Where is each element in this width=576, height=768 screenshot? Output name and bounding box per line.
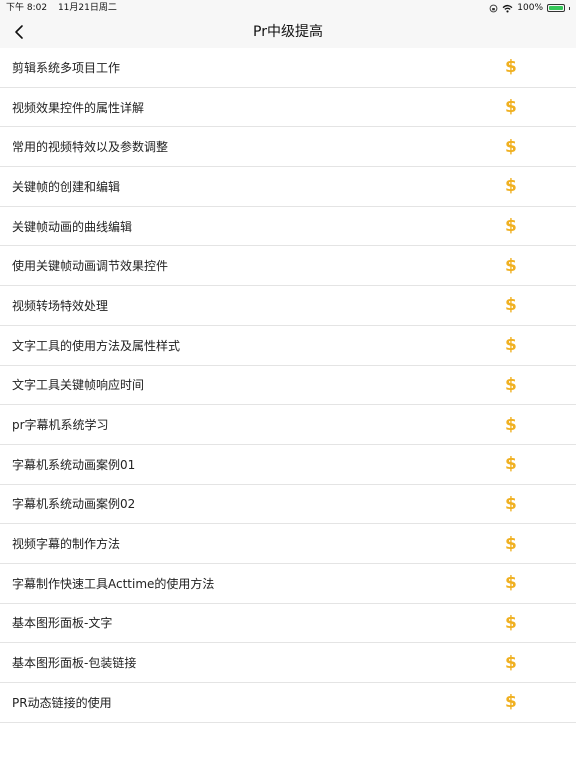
list-item[interactable]: 字幕制作快速工具Acttime的使用方法 $: [0, 564, 576, 604]
list-item-label: 字幕机系统动画案例01: [12, 457, 136, 472]
list-item-label: 剪辑系统多项目工作: [12, 60, 121, 75]
dollar-icon: $: [505, 335, 517, 356]
list-item-label: PR动态链接的使用: [12, 695, 112, 710]
dollar-icon: $: [505, 454, 517, 475]
battery-icon: [547, 4, 565, 12]
dollar-icon: $: [505, 533, 517, 554]
list-item[interactable]: 基本图形面板-包装链接 $: [0, 643, 576, 683]
dollar-icon: $: [505, 97, 517, 118]
list-item-label: 字幕机系统动画案例02: [12, 497, 136, 512]
list-item-label: 字幕制作快速工具Acttime的使用方法: [12, 576, 215, 591]
list-item[interactable]: 常用的视频特效以及参数调整 $: [0, 127, 576, 168]
list-item[interactable]: PR动态链接的使用 $: [0, 683, 576, 723]
battery-cap: [569, 6, 570, 10]
list-item[interactable]: 字幕机系统动画案例02 $: [0, 485, 576, 525]
dollar-icon: $: [505, 216, 517, 237]
dollar-icon: $: [505, 493, 517, 514]
status-time: 下午 8:02: [6, 3, 48, 13]
dollar-icon: $: [505, 573, 517, 594]
status-right: 100%: [489, 0, 570, 16]
page-title: Pr中级提高: [253, 24, 323, 40]
status-date: 11月21日周二: [57, 3, 117, 13]
status-left: 下午 8:02 11月21日周二: [6, 0, 125, 16]
dollar-icon: $: [505, 176, 517, 197]
list-item[interactable]: 基本图形面板-文字 $: [0, 604, 576, 644]
list-item[interactable]: 视频字幕的制作方法 $: [0, 524, 576, 564]
status-bar: 下午 8:02 11月21日周二 100%: [0, 0, 576, 16]
dollar-icon: $: [505, 136, 517, 157]
battery-fill: [549, 6, 563, 10]
dollar-icon: $: [505, 374, 517, 395]
lesson-list: 剪辑系统多项目工作 $ 视频效果控件的属性详解 $ 常用的视频特效以及参数调整 $ 关键帧的…: [0, 48, 576, 723]
list-item-label: 视频转场特效处理: [12, 298, 109, 313]
navigation-bar: Pr中级提高: [0, 16, 576, 48]
list-item-label: 文字工具的使用方法及属性样式: [12, 338, 181, 353]
list-item[interactable]: 剪辑系统多项目工作 $: [0, 48, 576, 88]
list-item[interactable]: 字幕机系统动画案例01 $: [0, 445, 576, 485]
list-item-label: 关键帧的创建和编辑: [12, 179, 121, 194]
dollar-icon: $: [505, 612, 517, 633]
list-item-label: 文字工具关键帧响应时间: [12, 378, 145, 393]
list-item-label: 视频效果控件的属性详解: [12, 100, 145, 115]
list-item-label: 视频字幕的制作方法: [12, 537, 121, 552]
list-item-label: 常用的视频特效以及参数调整: [12, 140, 169, 155]
list-item[interactable]: 文字工具关键帧响应时间 $: [0, 366, 576, 406]
list-item[interactable]: 视频转场特效处理 $: [0, 286, 576, 326]
dollar-icon: $: [505, 295, 517, 316]
battery-percent: 100%: [517, 3, 543, 13]
list-item[interactable]: 文字工具的使用方法及属性样式 $: [0, 326, 576, 366]
dollar-icon: $: [505, 255, 517, 276]
list-item[interactable]: pr字幕机系统学习 $: [0, 405, 576, 445]
dollar-icon: $: [505, 652, 517, 673]
list-item[interactable]: 关键帧的创建和编辑 $: [0, 167, 576, 207]
list-item-label: 基本图形面板-文字: [12, 616, 113, 631]
list-item[interactable]: 视频效果控件的属性详解 $: [0, 88, 576, 128]
dollar-icon: $: [505, 414, 517, 435]
dollar-icon: $: [505, 57, 517, 78]
list-item-label: 基本图形面板-包装链接: [12, 656, 137, 671]
list-item[interactable]: 使用关键帧动画调节效果控件 $: [0, 246, 576, 287]
dollar-icon: $: [505, 692, 517, 713]
list-item[interactable]: 关键帧动画的曲线编辑 $: [0, 207, 576, 247]
list-item-label: pr字幕机系统学习: [12, 418, 109, 433]
list-item-label: 关键帧动画的曲线编辑: [12, 219, 133, 234]
wifi-icon: [502, 4, 513, 13]
list-item-label: 使用关键帧动画调节效果控件: [12, 259, 169, 274]
lock-rotation-icon: [489, 4, 498, 12]
